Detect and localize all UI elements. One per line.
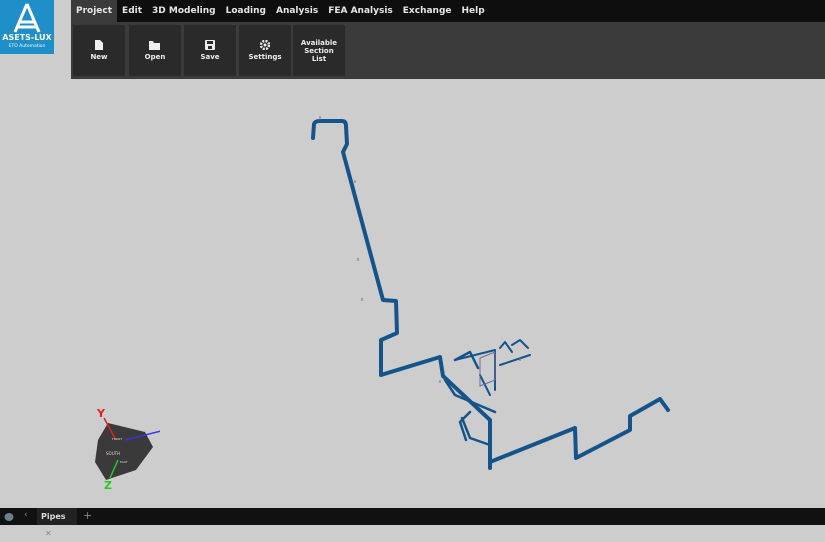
menu-project[interactable]: Project xyxy=(71,0,118,22)
new-button[interactable]: New xyxy=(73,25,125,76)
y-axis-label: Y xyxy=(96,407,106,420)
cube-face-top: FRONT xyxy=(112,437,122,441)
logo-a-icon xyxy=(13,3,41,33)
file-icon xyxy=(95,40,103,50)
save-label: Save xyxy=(200,53,220,61)
menu-analysis[interactable]: Analysis xyxy=(271,0,323,22)
close-icon[interactable]: ✕ xyxy=(45,529,52,538)
tab-scroll-left[interactable]: ‹ xyxy=(24,510,28,520)
save-icon xyxy=(205,40,215,50)
cube-face-side: SOUTH xyxy=(106,451,120,456)
logo-brand: ASETS-LUX xyxy=(2,33,52,42)
menu-bar: Project Edit 3D Modeling Loading Analysi… xyxy=(71,0,825,22)
settings-button[interactable]: Settings xyxy=(239,25,291,76)
open-label: Open xyxy=(144,52,166,61)
open-button[interactable]: Open xyxy=(129,25,181,76)
settings-label: Settings xyxy=(248,53,282,61)
orientation-gizmo[interactable]: X Y Z FRONT SOUTH EAST xyxy=(40,400,160,500)
gear-icon xyxy=(260,40,270,50)
save-button[interactable]: Save xyxy=(184,25,236,76)
pipe-run xyxy=(488,397,670,464)
z-axis-label: Z xyxy=(104,479,112,492)
pipe-run xyxy=(311,119,492,470)
menu-exchange[interactable]: Exchange xyxy=(398,0,457,22)
node-marker xyxy=(319,116,521,383)
pipe-branch xyxy=(454,339,531,396)
bottom-tab-bar: ‹ Pipes ✕ + xyxy=(0,508,825,538)
available-section-list-button[interactable]: Available Section List xyxy=(293,25,345,76)
app-logo: ASETS-LUX ETO Automation xyxy=(0,0,54,54)
view-cube xyxy=(95,423,153,480)
available-section-list-label: Available Section List xyxy=(300,38,338,63)
menu-edit[interactable]: Edit xyxy=(117,0,147,22)
add-tab-button[interactable]: + xyxy=(83,509,92,522)
menu-help[interactable]: Help xyxy=(457,0,490,22)
3d-viewport[interactable]: X Y Z FRONT SOUTH EAST xyxy=(0,79,825,508)
layers-icon[interactable] xyxy=(4,512,14,522)
tab-pipes[interactable]: Pipes ✕ xyxy=(37,508,77,538)
menu-loading[interactable]: Loading xyxy=(221,0,271,22)
tab-pipes-label: Pipes xyxy=(41,512,66,521)
ribbon: New Open Save Settings Available Section… xyxy=(71,22,825,79)
new-label: New xyxy=(90,53,108,61)
pipe-run xyxy=(443,350,497,447)
menu-3d-modeling[interactable]: 3D Modeling xyxy=(147,0,221,22)
cube-face-label: EAST xyxy=(120,460,128,464)
menu-fea-analysis[interactable]: FEA Analysis xyxy=(323,0,398,22)
folder-open-icon xyxy=(149,40,160,50)
logo-subtitle: ETO Automation xyxy=(8,44,46,49)
